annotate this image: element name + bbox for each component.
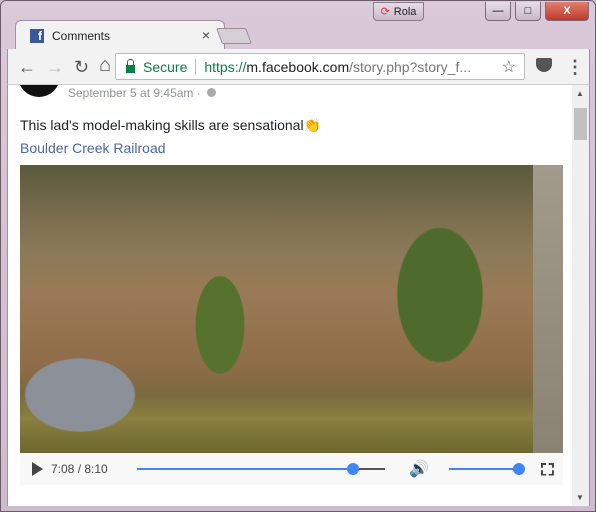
sync-icon: ⟳ <box>380 6 390 18</box>
post-message: This lad's model-making skills are sensa… <box>20 117 321 133</box>
toolbar: ← → ↻ ⌂ Secure https://m.facebook.com/st… <box>7 49 590 85</box>
fullscreen-icon[interactable] <box>540 462 554 476</box>
page-link[interactable]: Boulder Creek Railroad <box>20 140 166 156</box>
progress-slider[interactable] <box>137 463 385 475</box>
maximize-button[interactable]: □ <box>515 2 541 21</box>
security-label: Secure <box>143 58 188 75</box>
url-scheme: https:// <box>204 58 247 75</box>
new-tab-button[interactable] <box>216 28 252 44</box>
menu-button[interactable]: ⋮ <box>566 57 584 78</box>
divider <box>195 58 197 75</box>
scroll-down-icon[interactable]: ▼ <box>576 493 584 502</box>
pocket-icon[interactable] <box>536 58 552 72</box>
bookmark-star-icon[interactable]: ☆ <box>502 57 516 77</box>
browser-window: ⟳ Rola — □ X f Comments × ← → ↻ ⌂ Secure … <box>0 0 596 512</box>
video-controls: 7:08 / 8:10 🔊 <box>20 453 563 485</box>
video-time: 7:08 / 8:10 <box>51 462 108 476</box>
forward-button[interactable]: → <box>46 57 64 78</box>
url-path: /story.php?story_f... <box>349 58 472 75</box>
scrollbar[interactable]: ▲ ▼ <box>572 85 589 506</box>
play-icon[interactable] <box>32 462 43 476</box>
tab-comments[interactable]: f Comments × <box>15 20 225 50</box>
tab-title: Comments <box>52 28 111 43</box>
volume-slider[interactable] <box>448 463 525 475</box>
profile-button[interactable]: ⟳ Rola <box>373 2 424 21</box>
facebook-icon: f <box>30 28 44 43</box>
address-bar[interactable]: Secure https://m.facebook.com/story.php?… <box>115 53 525 80</box>
globe-icon <box>207 88 217 97</box>
reload-button[interactable]: ↻ <box>74 57 89 78</box>
avatar[interactable] <box>18 85 60 97</box>
page-content: September 5 at 9:45am · This lad's model… <box>7 85 590 506</box>
tab-close-button[interactable]: × <box>202 27 210 43</box>
volume-icon[interactable]: 🔊 <box>409 459 429 479</box>
scroll-up-icon[interactable]: ▲ <box>576 89 584 98</box>
home-button[interactable]: ⌂ <box>99 54 111 77</box>
video-frame[interactable] <box>20 165 563 453</box>
back-button[interactable]: ← <box>18 57 36 78</box>
url-host: m.facebook.com <box>246 58 350 75</box>
post-date[interactable]: September 5 at 9:45am · <box>68 86 217 100</box>
lock-icon <box>126 58 135 73</box>
close-window-button[interactable]: X <box>545 2 589 21</box>
minimize-button[interactable]: — <box>485 2 511 21</box>
scrollbar-thumb[interactable] <box>574 108 587 140</box>
